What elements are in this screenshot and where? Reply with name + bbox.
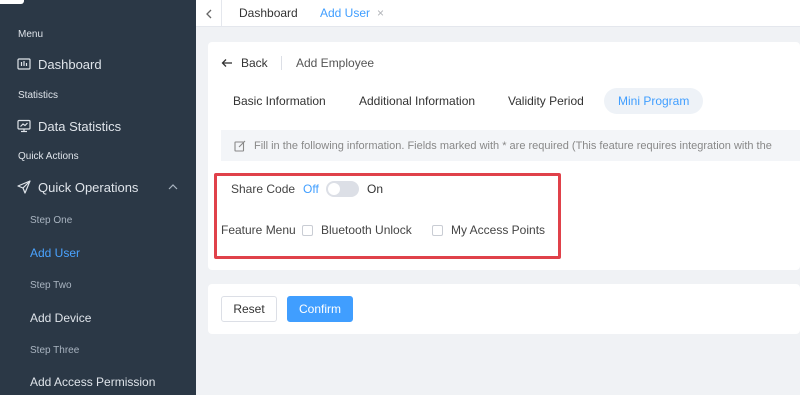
sidebar-sub-step-one: Step One: [30, 215, 73, 226]
tab-additional-information[interactable]: Additional Information: [359, 88, 475, 114]
back-button[interactable]: Back: [221, 54, 268, 72]
edit-icon: [234, 140, 246, 152]
close-icon[interactable]: ×: [377, 6, 384, 20]
sidebar-sub-add-access-permission[interactable]: Add Access Permission: [30, 375, 155, 389]
sidebar-item-dashboard[interactable]: Dashboard: [0, 50, 196, 78]
tab-basic-information[interactable]: Basic Information: [233, 88, 326, 114]
sidebar-sub-step-two: Step Two: [30, 280, 72, 291]
sidebar-section-quick-actions: Quick Actions: [18, 151, 79, 162]
tab-mini-program[interactable]: Mini Program: [604, 88, 704, 114]
tab-dashboard[interactable]: Dashboard: [239, 0, 298, 27]
confirm-button[interactable]: Confirm: [287, 296, 353, 322]
share-code-off-label[interactable]: Off: [303, 182, 319, 196]
send-icon: [17, 180, 31, 194]
my-access-points-checkbox[interactable]: My Access Points: [432, 223, 545, 237]
back-label: Back: [241, 56, 268, 70]
sidebar: Menu Dashboard Statistics Data Statistic…: [0, 0, 196, 395]
sidebar-sub-add-device[interactable]: Add Device: [30, 311, 91, 325]
sidebar-sub-step-three: Step Three: [30, 345, 80, 356]
tab-bar: Dashboard Add User ×: [196, 0, 800, 27]
chevron-up-icon: [168, 184, 178, 190]
arrow-left-icon: [221, 59, 232, 67]
my-access-points-label: My Access Points: [451, 223, 546, 237]
monitor-chart-icon: [17, 119, 31, 133]
info-tip-text: Fill in the following information. Field…: [254, 139, 772, 152]
sidebar-item-quick-operations[interactable]: Quick Operations: [0, 173, 196, 201]
sidebar-sub-add-user[interactable]: Add User: [30, 246, 80, 260]
dashboard-icon: [17, 57, 31, 71]
sidebar-item-data-statistics[interactable]: Data Statistics: [0, 112, 196, 140]
switch-knob: [328, 183, 340, 195]
share-code-on-label[interactable]: On: [367, 182, 383, 196]
reset-button[interactable]: Reset: [221, 296, 277, 322]
page-title: Add Employee: [296, 56, 375, 70]
sidebar-item-data-statistics-label: Data Statistics: [38, 118, 122, 134]
chevron-left-icon: [205, 9, 211, 18]
logo: [0, 0, 24, 4]
bluetooth-unlock-label: Bluetooth Unlock: [321, 223, 412, 237]
share-code-label: Share Code: [231, 182, 296, 196]
feature-menu-label: Feature Menu: [221, 223, 296, 237]
sidebar-item-dashboard-label: Dashboard: [38, 56, 102, 72]
sidebar-section-menu: Menu: [18, 29, 44, 40]
bluetooth-unlock-checkbox[interactable]: Bluetooth Unlock: [302, 223, 412, 237]
sidebar-item-quick-operations-label: Quick Operations: [38, 179, 139, 195]
tab-scroll-left-button[interactable]: [196, 0, 222, 27]
action-bar: Reset Confirm: [208, 284, 800, 334]
tab-validity-period[interactable]: Validity Period: [508, 88, 584, 114]
share-code-switch[interactable]: [326, 181, 359, 197]
divider: [281, 56, 282, 70]
sidebar-section-statistics: Statistics: [18, 90, 59, 101]
checkbox-box[interactable]: [302, 224, 313, 236]
checkbox-box[interactable]: [432, 224, 443, 236]
info-tip: Fill in the following information. Field…: [221, 130, 800, 161]
tab-add-user[interactable]: Add User: [320, 0, 370, 27]
